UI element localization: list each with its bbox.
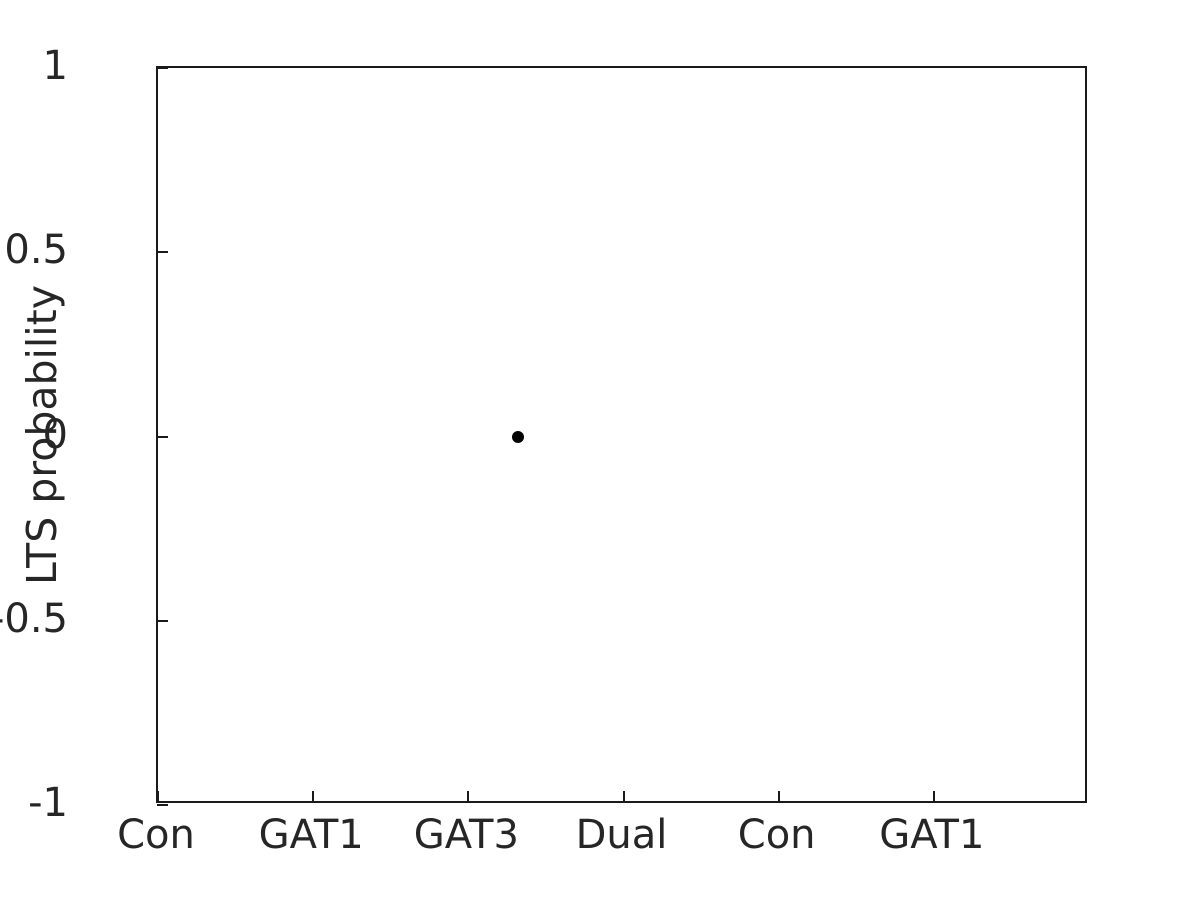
y-tick-mark — [157, 251, 168, 254]
x-tick-mark — [467, 791, 470, 802]
x-tick-mark — [777, 791, 780, 802]
x-tick-label: Dual — [575, 812, 668, 858]
x-tick-mark — [157, 791, 159, 802]
x-tick-label: Con — [737, 812, 816, 858]
y-tick-label: 0.5 — [4, 227, 68, 274]
plot-area — [156, 66, 1087, 806]
data-point — [511, 430, 524, 443]
x-tick-mark — [622, 791, 625, 802]
y-tick-mark — [157, 619, 168, 622]
y-tick-mark — [157, 435, 168, 438]
x-tick-mark — [932, 791, 935, 802]
x-tick-label: Con — [117, 812, 195, 858]
x-tick-label: GAT1 — [879, 812, 985, 858]
x-tick-label: GAT3 — [413, 812, 519, 858]
y-tick-label: -0.5 — [0, 595, 68, 642]
y-tick-label: 1 — [42, 43, 68, 89]
figure-canvas: LTS probability 1 0.5 0 -0.5 -1 Con GAT1… — [0, 0, 1200, 900]
y-tick-label: 0 — [42, 411, 68, 458]
y-tick-mark — [157, 804, 168, 806]
x-tick-label: GAT1 — [258, 812, 364, 858]
y-tick-label: -1 — [28, 780, 68, 826]
x-tick-mark — [312, 791, 315, 802]
y-tick-mark — [157, 67, 168, 69]
